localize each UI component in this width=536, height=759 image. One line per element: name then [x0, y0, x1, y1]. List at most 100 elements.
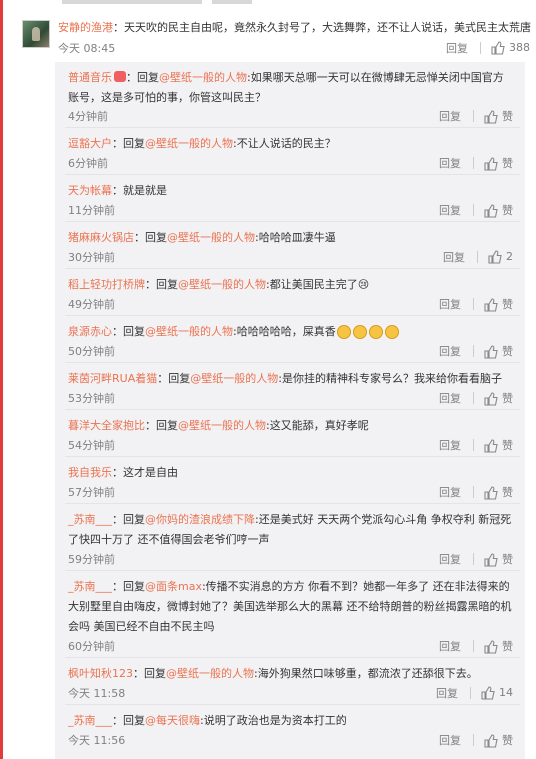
mention-link[interactable]: @壁纸一般的人物: [159, 71, 247, 84]
reply-button[interactable]: 回复: [439, 155, 461, 171]
reply-meta: 54分钟前 回复 赞: [68, 437, 513, 453]
reply-button[interactable]: 回复: [439, 732, 461, 748]
like-button[interactable]: 赞: [484, 155, 513, 171]
divider: [480, 42, 481, 54]
like-button[interactable]: 赞: [484, 343, 513, 359]
reply-user[interactable]: 枫叶知秋123: [68, 667, 133, 680]
reply-text: 泉源赤心：回复@壁纸一般的人物:哈哈哈哈哈，屎真香: [68, 322, 513, 342]
like-label: 赞: [502, 640, 513, 653]
reply-item: 暮洋大全家抱比：回复@壁纸一般的人物:这又能舔，真好孝呢 54分钟前 回复 赞: [55, 410, 525, 457]
reply-button[interactable]: 回复: [439, 484, 461, 500]
like-button[interactable]: 赞: [484, 732, 513, 748]
reply-button[interactable]: 回复: [439, 390, 461, 406]
reply-actions: 回复 赞: [439, 108, 513, 124]
thumbs-up-icon: [481, 686, 495, 700]
reply-meta: 4分钟前 回复 赞: [68, 108, 513, 124]
thumbs-up-icon: [484, 110, 498, 124]
like-button[interactable]: 2: [488, 250, 513, 264]
mention-link[interactable]: @你妈的渣浪成绩下降: [145, 513, 255, 526]
reply-button[interactable]: 回复: [439, 638, 461, 654]
reply-time: 6分钟前: [68, 157, 108, 170]
reply-button[interactable]: 回复: [436, 685, 458, 701]
reply-user[interactable]: 暮洋大全家抱比: [68, 419, 145, 432]
reply-text: _苏南___：回复@你妈的渣浪成绩下降:还是美式好 天天两个党派勾心斗角 争权夺…: [68, 513, 512, 546]
like-button[interactable]: 赞: [484, 638, 513, 654]
reply-item: 泉源赤心：回复@壁纸一般的人物:哈哈哈哈哈，屎真香 50分钟前 回复 赞: [55, 316, 525, 363]
reply-time: 30分钟前: [68, 251, 115, 264]
mention-link[interactable]: @壁纸一般的人物: [145, 325, 233, 338]
mention-link[interactable]: @壁纸一般的人物: [145, 137, 233, 150]
mention-link[interactable]: @面条max: [145, 580, 202, 593]
reply-user[interactable]: 莱茵河畔RUA着猫: [68, 372, 157, 385]
reply-meta: 59分钟前 回复 赞: [68, 551, 513, 567]
reply-button[interactable]: 回复: [439, 551, 461, 567]
mention-link[interactable]: @壁纸一般的人物: [167, 231, 255, 244]
reply-button[interactable]: 回复: [439, 202, 461, 218]
reply-user[interactable]: _苏南___: [68, 714, 112, 727]
reply-time: 11分钟前: [68, 204, 115, 217]
divider: [473, 486, 474, 498]
like-label: 赞: [502, 439, 513, 452]
left-accent-strip: [0, 0, 3, 759]
like-count: 388: [509, 41, 530, 54]
reply-user[interactable]: 逗豁大户: [68, 137, 112, 150]
reply-button[interactable]: 回复: [443, 249, 465, 265]
smile-emoji-icon: [368, 325, 383, 339]
mention-link[interactable]: @壁纸一般的人物: [178, 419, 266, 432]
mention-link[interactable]: @每天很嗨: [145, 714, 200, 727]
reply-text: 稻上轻功打桥牌：回复@壁纸一般的人物:都让美国民主完了😢: [68, 278, 370, 291]
reply-text: 枫叶知秋123：回复@壁纸一般的人物:海外狗果然口味够重，都流浓了还舔很下去。: [68, 667, 478, 680]
reply-time: 60分钟前: [68, 640, 115, 653]
avatar[interactable]: [22, 20, 50, 48]
reply-user[interactable]: 天为帐幕: [68, 184, 112, 197]
mention-link[interactable]: @壁纸一般的人物: [190, 372, 278, 385]
reply-user[interactable]: _苏南___: [68, 513, 112, 526]
reply-meta: 今天 11:58 回复 14: [68, 685, 513, 701]
like-button[interactable]: 14: [481, 686, 513, 700]
divider: [473, 204, 474, 216]
main-comment-user[interactable]: 安静的渔港: [58, 21, 113, 34]
thumbs-up-icon: [484, 640, 498, 654]
reply-item: 逗豁大户：回复@壁纸一般的人物:不让人说话的民主？ 6分钟前 回复 赞: [55, 128, 525, 175]
reply-actions: 回复 赞: [439, 732, 513, 748]
like-button[interactable]: 赞: [484, 296, 513, 312]
like-button[interactable]: 赞: [484, 551, 513, 567]
reply-user[interactable]: _苏南___: [68, 580, 112, 593]
mention-link[interactable]: @壁纸一般的人物: [178, 278, 266, 291]
like-label: 赞: [502, 486, 513, 499]
reply-actions: 回复 赞: [439, 638, 513, 654]
reply-user[interactable]: 猪麻麻火锅店: [68, 231, 134, 244]
reply-button[interactable]: 回复: [439, 296, 461, 312]
reply-item: 天为帐幕：就是就是 11分钟前 回复 赞: [55, 175, 525, 222]
thumbs-up-icon: [484, 157, 498, 171]
reply-button[interactable]: 回复: [439, 343, 461, 359]
reply-button[interactable]: 回复: [439, 108, 461, 124]
like-button[interactable]: 赞: [484, 390, 513, 406]
smile-emoji-icon: [352, 325, 367, 339]
reply-item: _苏南___：回复@面条max:传播不实消息的方方 你看不到？她都一年多了 还在…: [55, 571, 525, 658]
divider: [473, 345, 474, 357]
like-button[interactable]: 赞: [484, 108, 513, 124]
reply-actions: 回复 赞: [439, 390, 513, 406]
reply-user[interactable]: 稻上轻功打桥牌: [68, 278, 145, 291]
reply-item: 猪麻麻火锅店：回复@壁纸一般的人物:哈哈哈皿凄牛逼 30分钟前 回复 2: [55, 222, 525, 269]
reply-user[interactable]: 我自我乐: [68, 466, 112, 479]
divider: [473, 157, 474, 169]
like-button[interactable]: 388: [491, 41, 530, 55]
main-comment: 安静的渔港：天天吹的民主自由呢，竟然永久封号了，大选舞弊，还不让人说话，美式民主…: [22, 14, 531, 58]
reply-user[interactable]: 普通音乐: [68, 71, 112, 84]
reply-time: 今天 11:58: [68, 687, 126, 700]
reply-text: 普通音乐 ：回复@壁纸一般的人物:如果哪天总哪一天可以在微博肆无忌惮关闭中国官方账…: [68, 71, 504, 104]
like-button[interactable]: 赞: [484, 202, 513, 218]
like-button[interactable]: 赞: [484, 437, 513, 453]
reply-user[interactable]: 泉源赤心: [68, 325, 112, 338]
mention-link[interactable]: @壁纸一般的人物: [166, 667, 254, 680]
reply-meta: 30分钟前 回复 2: [68, 249, 513, 265]
divider: [473, 439, 474, 451]
reply-item: _苏南___：回复@你妈的渣浪成绩下降:还是美式好 天天两个党派勾心斗角 争权夺…: [55, 504, 525, 571]
reply-button[interactable]: 回复: [439, 437, 461, 453]
thumbs-up-icon: [484, 204, 498, 218]
reply-button[interactable]: 回复: [446, 40, 468, 56]
like-button[interactable]: 赞: [484, 484, 513, 500]
reply-actions: 回复 赞: [439, 296, 513, 312]
